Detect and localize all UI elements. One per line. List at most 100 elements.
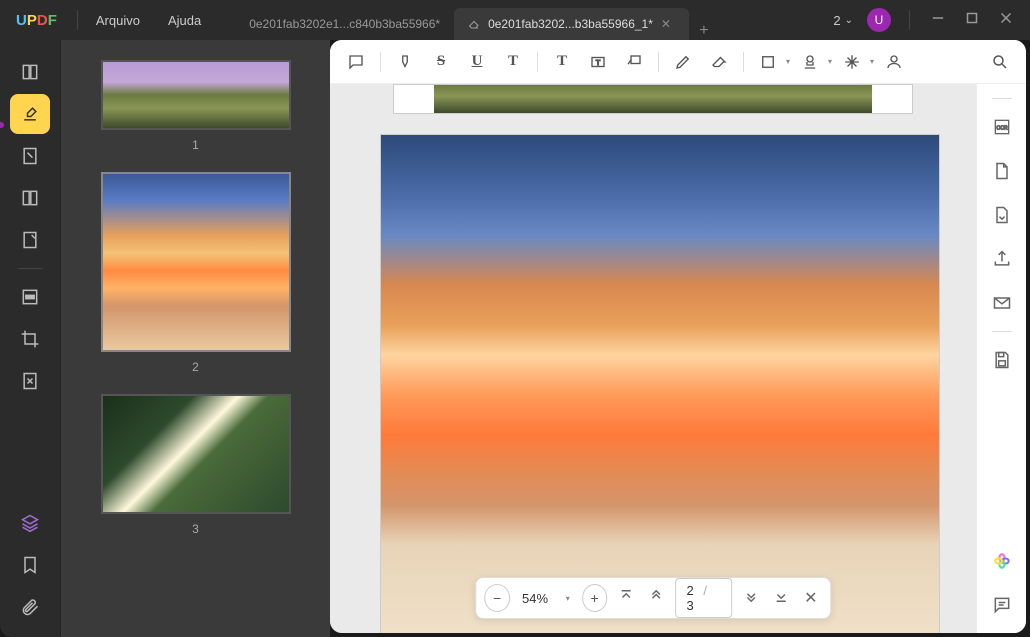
page-indicator[interactable]: 2 / 3 [676,578,732,618]
tab-document-1[interactable]: 0e201fab3202e1...c840b3ba55966* [235,8,454,40]
close-button[interactable] [996,9,1016,32]
stamp-icon [801,53,819,71]
maximize-icon [963,9,981,27]
highlight-icon [396,53,414,71]
organize-button[interactable] [10,178,50,218]
page-2 [380,134,940,633]
sign-icon [20,230,40,250]
ocr-button[interactable]: OCR [986,111,1018,143]
last-page-button[interactable] [770,587,792,610]
compress-button[interactable] [10,361,50,401]
attachment-button[interactable] [10,587,50,627]
export-button[interactable] [986,155,1018,187]
ai-flower-icon [992,551,1012,571]
highlight-text-button[interactable] [389,46,421,78]
tab-document-2[interactable]: 0e201fab3202...b3ba55966_1* ✕ [454,8,689,40]
highlight-button[interactable] [10,94,50,134]
separator [658,52,659,72]
page-image [381,135,939,633]
squiggly-button[interactable]: T [497,46,529,78]
stamp-button[interactable] [794,46,826,78]
menu-file[interactable]: Arquivo [82,13,154,28]
sticker-button[interactable] [836,46,868,78]
square-icon [759,53,777,71]
notes-button[interactable] [986,589,1018,621]
mail-icon [992,293,1012,313]
page-count-dropdown[interactable]: 2 ⌄ [833,13,853,28]
comment-icon [347,53,365,71]
shape-button[interactable] [752,46,784,78]
underline-button[interactable]: U [461,46,493,78]
tabs: 0e201fab3202e1...c840b3ba55966* 0e201fab… [235,0,819,40]
ai-button[interactable] [986,545,1018,577]
close-zoombar-button[interactable]: ✕ [800,588,822,608]
zoom-in-button[interactable]: + [582,584,608,612]
thumbnail-panel: 1 2 3 [60,40,330,637]
zoom-level-dropdown[interactable]: 54% ▾ [518,591,574,606]
callout-button[interactable] [618,46,650,78]
signature-button[interactable] [878,46,910,78]
pencil-icon [674,53,692,71]
right-rail: OCR [976,84,1026,633]
user-avatar[interactable]: U [867,8,891,32]
menu-help[interactable]: Ajuda [154,13,215,28]
share-button[interactable] [986,243,1018,275]
file-convert-icon [992,205,1012,225]
separator [537,52,538,72]
redact-button[interactable] [10,277,50,317]
thumbnail-image [101,60,291,130]
thumbnail-1[interactable]: 1 [101,60,290,152]
chevron-down-icon: ⌄ [845,15,853,26]
ocr-icon: OCR [992,117,1012,137]
annotation-toolbar: S U T T T ▾ ▾ ▾ [330,40,1026,84]
layers-button[interactable] [10,503,50,543]
page-sep: / [703,583,707,598]
textbox-button[interactable]: T [582,46,614,78]
text-button[interactable]: T [546,46,578,78]
thumbnail-image [101,172,291,352]
reader-mode-button[interactable] [10,52,50,92]
comment-button[interactable] [340,46,372,78]
maximize-button[interactable] [962,9,982,32]
crop-icon [20,329,40,349]
chevrons-up-bar-icon [618,587,636,605]
person-icon [885,53,903,71]
email-button[interactable] [986,287,1018,319]
minimize-icon [929,9,947,27]
chevron-down-icon[interactable]: ▾ [828,57,832,66]
bookmark-icon [20,555,40,575]
close-icon[interactable]: ✕ [661,17,675,31]
zoom-out-button[interactable]: − [484,584,510,612]
document-canvas[interactable]: − 54% ▾ + 2 / 3 ✕ [330,84,976,633]
first-page-button[interactable] [616,587,638,610]
logo-p: P [27,12,37,29]
divider [909,10,910,30]
main: 1 2 3 S U T T T ▾ [0,40,1030,637]
pencil-button[interactable] [667,46,699,78]
strikethrough-button[interactable]: S [425,46,457,78]
next-page-button[interactable] [740,587,762,610]
chevron-down-icon[interactable]: ▾ [786,57,790,66]
edit-button[interactable] [10,136,50,176]
thumbnail-3[interactable]: 3 [101,394,290,536]
logo-u: U [16,12,27,29]
prev-page-button[interactable] [646,587,668,610]
crop-button[interactable] [10,319,50,359]
bookmark-button[interactable] [10,545,50,585]
left-rail-bottom [10,503,50,627]
share-icon [992,249,1012,269]
right-rail-bottom [986,545,1018,621]
chevron-down-icon: ▾ [566,594,570,603]
eraser-button[interactable] [703,46,735,78]
new-tab-button[interactable]: + [689,22,719,40]
tab-label: 0e201fab3202e1...c840b3ba55966* [249,17,440,31]
thumbnail-2[interactable]: 2 [101,172,290,374]
save-button[interactable] [986,344,1018,376]
search-button[interactable] [984,46,1016,78]
separator [743,52,744,72]
minimize-button[interactable] [928,9,948,32]
chevron-down-icon[interactable]: ▾ [870,57,874,66]
convert-button[interactable] [986,199,1018,231]
chevrons-down-bar-icon [772,587,790,605]
fill-sign-button[interactable] [10,220,50,260]
